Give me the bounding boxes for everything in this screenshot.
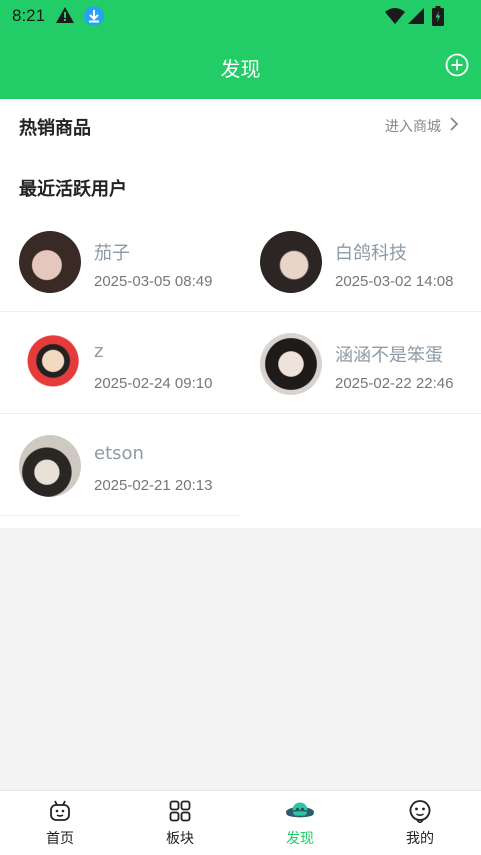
- active-users-title: 最近活跃用户: [19, 179, 127, 200]
- avatar: [19, 231, 81, 293]
- tab-discover[interactable]: 发现: [240, 791, 360, 855]
- user-item[interactable]: 白鸽科技 2025-03-02 14:08: [241, 201, 481, 302]
- add-circle-icon[interactable]: [445, 53, 469, 77]
- signal-icon: [408, 8, 424, 24]
- planet-icon: [286, 802, 314, 818]
- tab-label: 发现: [286, 831, 314, 847]
- user-name: 茄子: [94, 243, 130, 264]
- user-time: 2025-03-02 14:08: [335, 273, 454, 290]
- avatar: [260, 231, 322, 293]
- user-time: 2025-03-05 08:49: [94, 273, 213, 290]
- status-bar: 8:21: [0, 0, 481, 33]
- user-time: 2025-02-21 20:13: [94, 477, 213, 494]
- tab-label: 我的: [406, 831, 434, 847]
- page-title: 发现: [220, 57, 261, 81]
- tab-label: 板块: [166, 831, 194, 847]
- status-time: 8:21: [12, 6, 46, 25]
- avatar: [19, 435, 81, 497]
- warning-icon: [56, 7, 74, 23]
- grid-icon: [169, 800, 191, 822]
- chevron-right-icon: [450, 117, 459, 131]
- profile-icon: [409, 800, 431, 823]
- home-robot-icon: [50, 800, 70, 821]
- user-time: 2025-02-24 09:10: [94, 375, 213, 392]
- user-name: etson: [94, 443, 144, 464]
- discover-content: 热销商品 进入商城 最近活跃用户 茄子 2025-03-05 08:49 白鸽科…: [0, 99, 481, 528]
- avatar: [260, 333, 322, 395]
- tab-mine[interactable]: 我的: [360, 791, 480, 855]
- avatar: [19, 333, 81, 395]
- user-item[interactable]: 茄子 2025-03-05 08:49: [0, 201, 240, 302]
- battery-icon: [432, 6, 444, 26]
- hot-products-row[interactable]: 热销商品 进入商城: [0, 99, 481, 151]
- tab-label: 首页: [46, 831, 74, 847]
- user-name: 白鸽科技: [335, 243, 407, 264]
- enter-shop-link[interactable]: 进入商城: [385, 116, 441, 136]
- user-item[interactable]: 涵涵不是笨蛋 2025-02-22 22:46: [241, 303, 481, 404]
- user-name: 涵涵不是笨蛋: [335, 345, 443, 366]
- divider: [0, 515, 240, 516]
- wifi-icon: [385, 8, 405, 24]
- hot-products-label: 热销商品: [19, 118, 91, 139]
- user-time: 2025-02-22 22:46: [335, 375, 454, 392]
- user-item[interactable]: etson 2025-02-21 20:13: [0, 405, 240, 506]
- bottom-tab-bar: 首页 板块 发现 我的: [0, 790, 481, 855]
- tab-boards[interactable]: 板块: [120, 791, 240, 855]
- tab-home[interactable]: 首页: [0, 791, 120, 855]
- user-name: z: [94, 341, 104, 362]
- user-item[interactable]: z 2025-02-24 09:10: [0, 303, 240, 404]
- download-icon: [84, 6, 104, 26]
- app-bar: 发现: [0, 33, 481, 99]
